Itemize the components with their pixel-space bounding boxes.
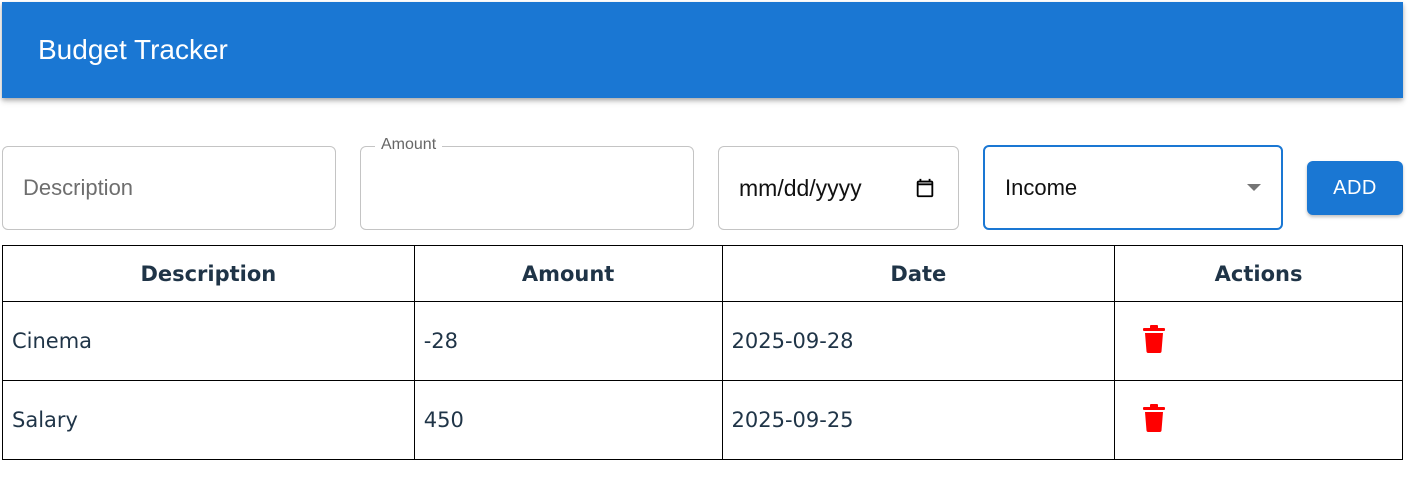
header-date: Date — [721, 245, 1116, 302]
cell-description: Cinema — [2, 301, 415, 381]
table-row: Cinema -28 2025-09-28 — [2, 301, 1403, 381]
calendar-icon[interactable] — [914, 177, 936, 199]
header-description: Description — [2, 245, 415, 302]
cell-actions — [1114, 301, 1403, 381]
delete-button[interactable] — [1124, 324, 1166, 354]
transactions-table: Description Amount Date Actions Cinema -… — [2, 245, 1403, 460]
cell-date: 2025-09-28 — [721, 301, 1116, 381]
amount-input[interactable] — [361, 147, 693, 229]
cell-description: Salary — [2, 380, 415, 460]
type-select-value: Income — [1005, 174, 1078, 200]
app-bar: Budget Tracker — [2, 2, 1403, 98]
header-actions: Actions — [1114, 245, 1403, 302]
delete-button[interactable] — [1124, 403, 1166, 433]
amount-label: Amount — [375, 136, 443, 154]
trash-icon[interactable] — [1142, 324, 1166, 354]
table-header-row: Description Amount Date Actions — [2, 245, 1403, 302]
trash-icon[interactable] — [1142, 403, 1166, 433]
table-row: Salary 450 2025-09-25 — [2, 380, 1403, 460]
date-input-display: mm/dd/yyyy — [739, 174, 862, 201]
amount-field[interactable]: Amount — [360, 136, 694, 230]
description-field[interactable] — [2, 146, 336, 230]
header-amount: Amount — [413, 245, 723, 302]
cell-amount: 450 — [413, 380, 723, 460]
description-input[interactable] — [3, 147, 335, 229]
caret-down-icon — [1247, 184, 1261, 191]
cell-actions — [1114, 380, 1403, 460]
cell-date: 2025-09-25 — [721, 380, 1116, 460]
cell-amount: -28 — [413, 301, 723, 381]
add-button[interactable]: ADD — [1307, 161, 1403, 215]
app-title: Budget Tracker — [38, 34, 228, 65]
date-field[interactable]: mm/dd/yyyy — [718, 146, 959, 230]
type-select[interactable]: Income — [983, 145, 1283, 230]
